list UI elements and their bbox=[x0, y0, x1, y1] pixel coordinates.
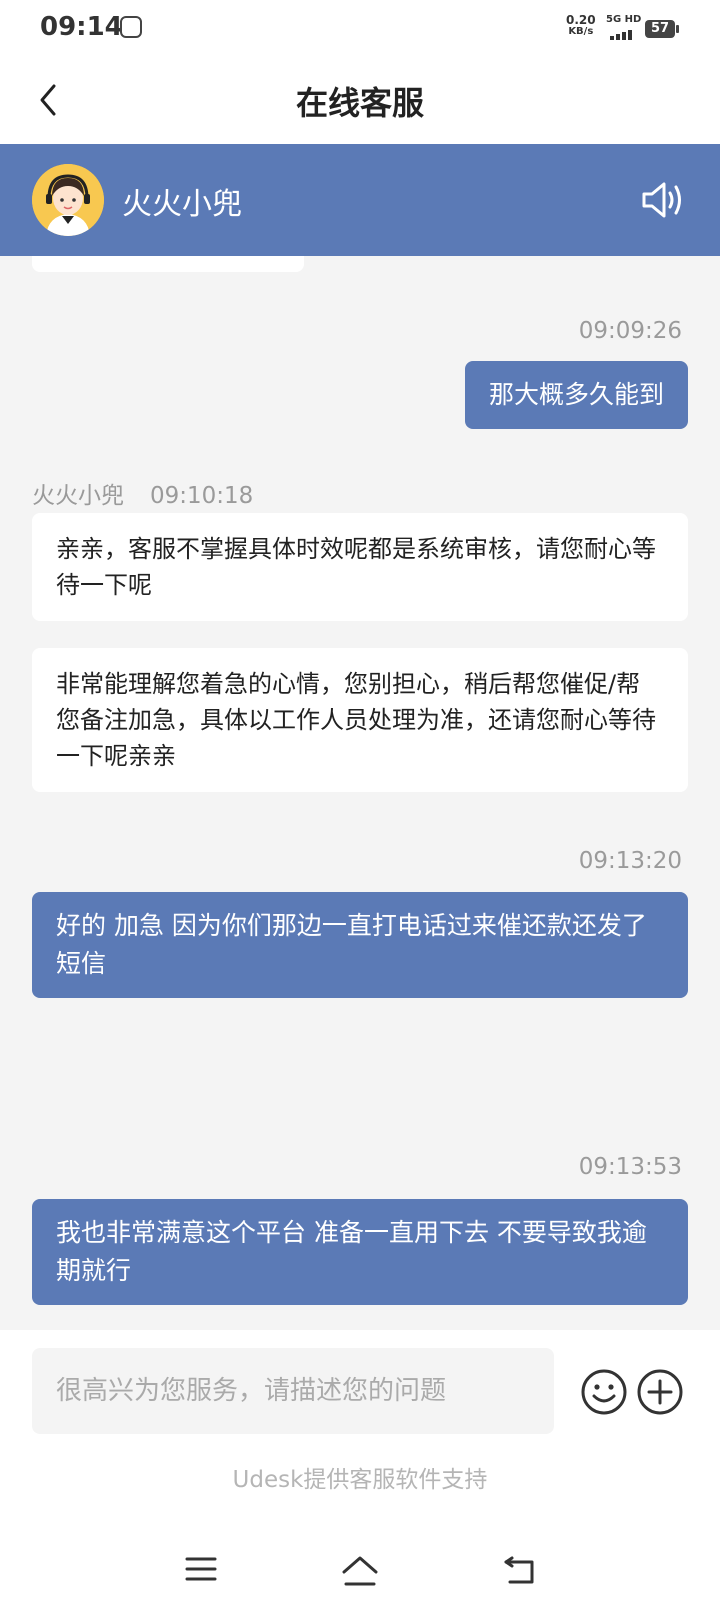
smiley-icon[interactable] bbox=[580, 1368, 628, 1416]
message-timestamp: 09:09:26 bbox=[578, 318, 682, 344]
page-title: 在线客服 bbox=[295, 84, 424, 122]
alarm-icon bbox=[120, 16, 142, 38]
net-speed: 0.20 KB/s bbox=[566, 14, 596, 38]
agent-name: 火火小兜 bbox=[122, 187, 242, 222]
message-input[interactable] bbox=[32, 1348, 554, 1434]
outgoing-message: 那大概多久能到 bbox=[464, 361, 688, 429]
net-speed-value: 0.20 bbox=[566, 13, 596, 27]
outgoing-message: 我也非常满意这个平台 准备一直用下去 不要导致我逾期就行 bbox=[32, 1199, 688, 1305]
outgoing-message: 好的 加急 因为你们那边一直打电话过来催还款还发了短信 bbox=[32, 892, 688, 998]
message-bubble-partial bbox=[32, 256, 304, 272]
message-timestamp: 09:13:20 bbox=[578, 848, 682, 874]
agent-bar: 火火小兜 bbox=[0, 144, 720, 256]
agent-message-meta: 火火小兜 09:10:18 bbox=[32, 476, 253, 510]
system-nav-bar bbox=[0, 1530, 720, 1612]
composer: Udesk提供客服软件支持 bbox=[0, 1330, 720, 1530]
net-speed-unit: KB/s bbox=[568, 26, 594, 37]
incoming-message: 亲亲，客服不掌握具体时效呢都是系统审核，请您耐心等待一下呢 bbox=[32, 513, 688, 621]
chat-area[interactable]: 09:09:26 那大概多久能到 火火小兜 09:10:18 亲亲，客服不掌握具体… bbox=[0, 256, 720, 1306]
signal-icon bbox=[610, 28, 636, 40]
nav-bar: 在线客服 bbox=[0, 54, 720, 144]
status-bar: 09:14 0.20 KB/s 5G HD 57 bbox=[0, 0, 720, 54]
speaker-icon[interactable] bbox=[640, 180, 688, 220]
home-icon[interactable] bbox=[340, 1554, 380, 1588]
battery-icon: 57 bbox=[645, 20, 679, 38]
agent-avatar bbox=[32, 164, 104, 236]
status-time: 09:14 bbox=[40, 12, 123, 42]
message-timestamp: 09:10:18 bbox=[150, 483, 254, 509]
message-timestamp: 09:13:53 bbox=[578, 1154, 682, 1180]
network-type: 5G HD bbox=[606, 14, 642, 25]
incoming-message: 非常能理解您着急的心情，您别担心，稍后帮您催促/帮您备注加急，具体以工作人员处理… bbox=[32, 648, 688, 792]
plus-circle-icon[interactable] bbox=[636, 1368, 684, 1416]
menu-icon[interactable] bbox=[184, 1554, 218, 1584]
message-sender: 火火小兜 bbox=[32, 483, 124, 509]
powered-by-text: Udesk提供客服软件支持 bbox=[232, 1467, 488, 1493]
return-icon[interactable] bbox=[502, 1554, 538, 1586]
